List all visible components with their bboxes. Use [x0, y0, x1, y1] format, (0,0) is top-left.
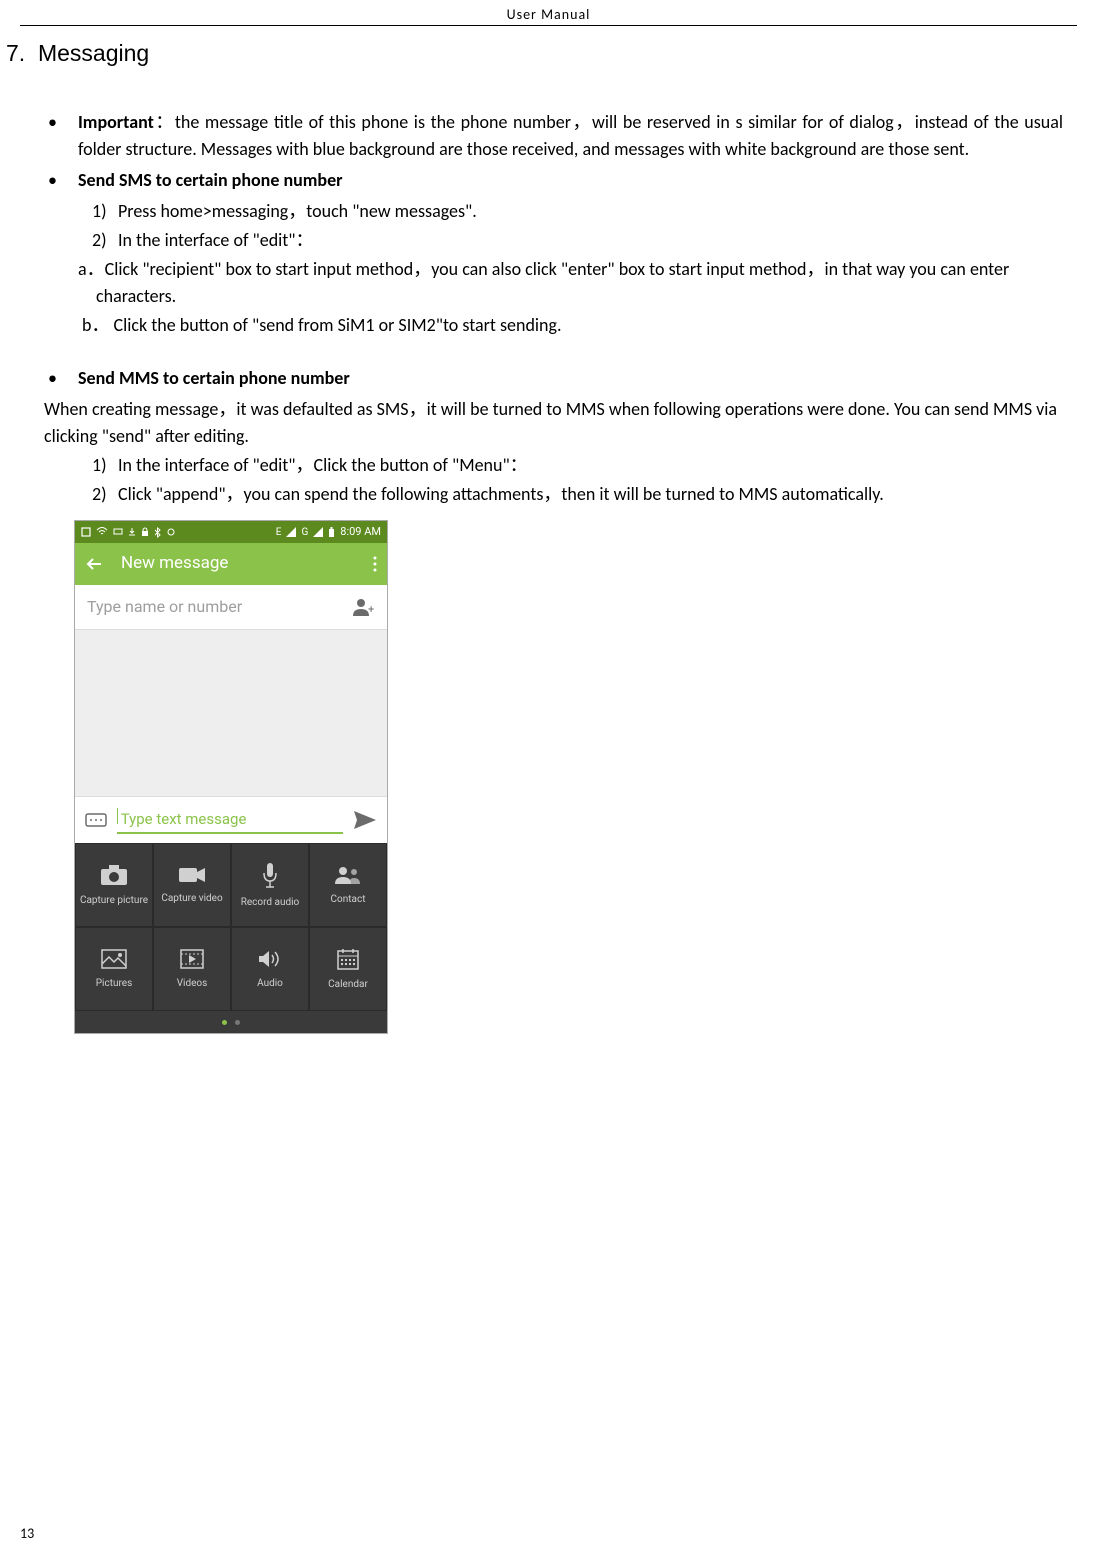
step-text: Press home>messaging，touch "new messages… [118, 200, 477, 222]
important-label: Important [78, 111, 154, 133]
attach-videos[interactable]: Videos [153, 927, 231, 1011]
attach-label: Audio [257, 976, 283, 991]
bullet-mms: Send MMS to certain phone number [78, 365, 1063, 392]
sms-step-1: 1) Press home>messaging，touch "new messa… [34, 198, 1063, 225]
wifi-icon [96, 527, 108, 537]
sms-label: Send SMS to certain phone number [78, 169, 343, 191]
step-num: 1) [92, 452, 107, 479]
attach-record-audio[interactable]: Record audio [231, 843, 309, 927]
status-bar: E G 8:09 AM [75, 521, 387, 543]
add-contact-icon[interactable]: + [353, 598, 375, 616]
signal-icon [313, 527, 323, 537]
step-text: Click "append"，you can spend the followi… [118, 483, 884, 505]
send-icon[interactable] [353, 810, 377, 830]
dot [235, 1020, 240, 1025]
section-title-text: Messaging [38, 40, 149, 66]
sms-sub-a: a．Click "recipient" box to start input m… [34, 256, 1063, 310]
calendar-icon [336, 947, 360, 971]
network-g: G [301, 525, 308, 540]
download-icon [128, 527, 136, 537]
attach-label: Videos [177, 976, 208, 991]
step-num: 1) [92, 198, 107, 225]
camera-icon [99, 863, 129, 887]
battery-icon [328, 527, 335, 538]
microphone-icon [260, 861, 280, 889]
attach-capture-picture[interactable]: Capture picture [75, 843, 153, 927]
doc-header: User Manual [20, 0, 1077, 26]
pictures-icon [100, 948, 128, 970]
sync-icon [166, 527, 176, 537]
page-dots [75, 1011, 387, 1033]
important-text: ：the message title of this phone is the … [78, 111, 1063, 160]
display-icon [113, 527, 123, 537]
section-heading: 7. Messaging [6, 40, 1077, 67]
attach-contact[interactable]: Contact [309, 843, 387, 927]
attach-label: Calendar [328, 977, 368, 992]
signal-icon [286, 527, 296, 537]
dot-active [222, 1020, 227, 1025]
step-num: 2) [92, 481, 107, 508]
status-time: 8:09 AM [340, 524, 381, 541]
message-area [75, 629, 387, 797]
appbar-title: New message [121, 551, 355, 577]
app-icon [81, 527, 91, 537]
attach-label: Contact [331, 892, 366, 907]
section-number: 7. [6, 40, 25, 66]
step-text: In the interface of "edit"，Click the but… [118, 454, 528, 476]
mms-step-1: 1) In the interface of "edit"，Click the … [34, 452, 1063, 479]
attach-label: Capture picture [80, 893, 148, 908]
mms-para: When creating message，it was defaulted a… [20, 396, 1063, 450]
overflow-icon[interactable] [373, 556, 377, 572]
step-num: 2) [92, 227, 107, 254]
svg-text:+: + [368, 603, 374, 616]
app-bar: New message [75, 543, 387, 585]
emoji-icon[interactable] [85, 812, 107, 828]
bluetooth-icon [154, 527, 161, 538]
recipient-row[interactable]: Type name or number + [75, 585, 387, 629]
attach-label: Pictures [96, 976, 133, 991]
step-text: In the interface of "edit"： [118, 229, 314, 251]
compose-input[interactable]: Type text message [117, 806, 343, 835]
attach-label: Record audio [241, 895, 300, 910]
recipient-placeholder: Type name or number [87, 595, 345, 619]
attachment-grid: Capture picture Capture video Record aud… [75, 843, 387, 1033]
mms-step-2: 2) Click "append"，you can spend the foll… [34, 481, 1063, 508]
audio-icon [257, 948, 283, 970]
bullet-sms: Send SMS to certain phone number [78, 167, 1063, 194]
attach-pictures[interactable]: Pictures [75, 927, 153, 1011]
videos-icon [179, 948, 205, 970]
network-e: E [276, 525, 282, 540]
page-number: 13 [20, 1525, 34, 1542]
sms-step-2: 2) In the interface of "edit"： [34, 227, 1063, 254]
attach-label: Capture video [161, 891, 222, 906]
video-camera-icon [177, 865, 207, 885]
mms-label: Send MMS to certain phone number [78, 367, 350, 389]
sms-sub-b: b． Click the button of "send from SiM1 o… [34, 312, 1063, 339]
lock-icon [141, 527, 149, 537]
contacts-icon [333, 864, 363, 886]
attach-capture-video[interactable]: Capture video [153, 843, 231, 927]
bullet-important: Important：the message title of this phon… [78, 109, 1063, 163]
attach-calendar[interactable]: Calendar [309, 927, 387, 1011]
compose-row: Type text message [75, 797, 387, 843]
phone-screenshot: E G 8:09 AM New message Type name or num… [74, 520, 388, 1034]
back-icon[interactable] [85, 555, 103, 573]
content: Important：the message title of this phon… [20, 109, 1077, 1034]
attach-audio[interactable]: Audio [231, 927, 309, 1011]
